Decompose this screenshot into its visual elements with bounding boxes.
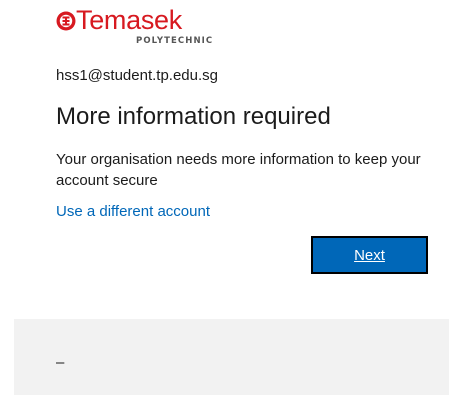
footer-text: – (56, 354, 65, 371)
page-title: More information required (56, 103, 331, 130)
temasek-logo: Temasek POLYTECHNIC (56, 3, 212, 51)
account-email: hss1@student.tp.edu.sg (56, 67, 218, 84)
logo-wordmark: Temasek (76, 5, 182, 35)
logo-subtitle: POLYTECHNIC (136, 36, 214, 46)
footer-bar: – (14, 319, 449, 395)
page-description: Your organisation needs more information… (56, 151, 421, 189)
sign-in-card: Temasek POLYTECHNIC hss1@student.tp.edu.… (0, 0, 449, 318)
next-button[interactable]: Next (311, 236, 428, 274)
use-different-account-link[interactable]: Use a different account (56, 203, 210, 220)
temasek-logo-mark-icon (56, 11, 76, 31)
